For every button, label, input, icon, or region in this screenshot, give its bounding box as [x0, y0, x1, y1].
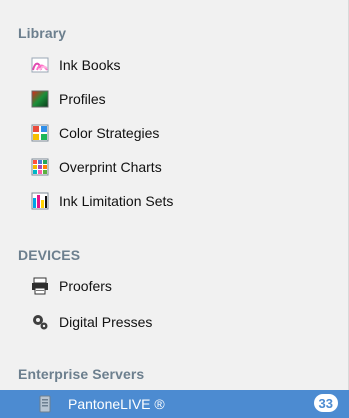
gears-icon — [31, 313, 49, 331]
sidebar-item-digital-presses[interactable]: Digital Presses — [31, 311, 152, 333]
profile-icon — [31, 90, 49, 108]
sidebar-item-label: Digital Presses — [59, 314, 153, 330]
sidebar-item-label: Color Strategies — [59, 125, 160, 141]
library-section-header: Library — [18, 25, 67, 41]
sidebar-item-label: Ink Books — [59, 57, 121, 73]
sidebar-item-color-strategies[interactable]: Color Strategies — [31, 122, 159, 144]
sidebar-item-label: Overprint Charts — [59, 159, 162, 175]
ink-book-icon — [31, 56, 49, 74]
sidebar-item-pantonelive[interactable]: PantoneLIVE ® — [36, 393, 165, 415]
server-count-badge: 33 — [313, 394, 338, 412]
server-icon — [36, 395, 54, 413]
sidebar-item-ink-limitation-sets[interactable]: Ink Limitation Sets — [31, 190, 173, 212]
devices-section-header: DEVICES — [18, 247, 81, 263]
sidebar-item-label: PantoneLIVE ® — [68, 396, 165, 412]
sidebar-item-overprint-charts[interactable]: Overprint Charts — [31, 156, 162, 178]
sidebar-item-profiles[interactable]: Profiles — [31, 88, 106, 110]
color-strategy-icon — [31, 124, 49, 142]
sidebar-item-label: Ink Limitation Sets — [59, 193, 174, 209]
sidebar-item-label: Profiles — [59, 91, 106, 107]
sidebar-item-proofers[interactable]: Proofers — [31, 275, 112, 297]
printer-icon — [31, 277, 49, 295]
sidebar-item-ink-books[interactable]: Ink Books — [31, 54, 120, 76]
ink-limitation-icon — [31, 192, 49, 210]
enterprise-section-header: Enterprise Servers — [18, 366, 145, 382]
overprint-chart-icon — [31, 158, 49, 176]
navigation-panel: Library Ink Books Profiles Color Strateg… — [0, 0, 349, 418]
sidebar-item-label: Proofers — [59, 278, 112, 294]
